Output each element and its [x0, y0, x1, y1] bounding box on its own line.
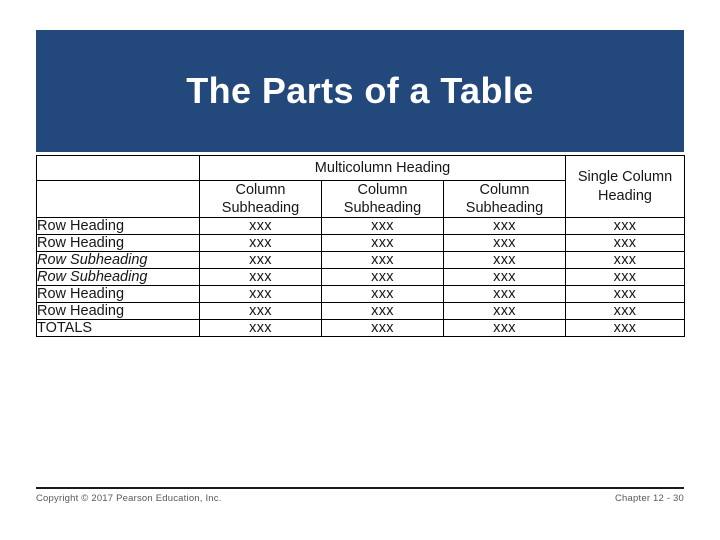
multicolumn-heading-cell: Multicolumn Heading: [199, 155, 566, 181]
data-cell: xxx: [321, 319, 444, 338]
row-subheading-label: Row Subheading: [36, 251, 200, 270]
data-cell: xxx: [321, 302, 444, 321]
row-subheading-label: Row Subheading: [36, 268, 200, 287]
header-corner-cell-2: [36, 179, 200, 219]
data-cell: xxx: [565, 319, 685, 338]
data-cell: xxx: [321, 268, 444, 287]
row-heading-label: Row Heading: [36, 217, 200, 236]
row-heading-label: Row Heading: [36, 302, 200, 321]
row-heading-label: Row Heading: [36, 234, 200, 253]
page-title: The Parts of a Table: [186, 70, 534, 112]
data-cell: xxx: [565, 234, 685, 253]
chapter-label: Chapter 12 - 30: [614, 493, 684, 504]
data-cell: xxx: [565, 268, 685, 287]
data-cell: xxx: [199, 268, 322, 287]
data-cell: xxx: [443, 285, 566, 304]
data-cell: xxx: [443, 217, 566, 236]
data-cell: xxx: [443, 319, 566, 338]
row-totals-label: TOTALS: [36, 319, 200, 338]
table-body: Multicolumn Heading Single Column Headin…: [36, 154, 685, 338]
single-column-heading-cell: Single Column Heading: [565, 154, 685, 219]
table-row: Row Heading xxx xxx xxx xxx: [36, 217, 685, 236]
data-cell: xxx: [321, 285, 444, 304]
column-subheading-1: Column Subheading: [199, 179, 322, 219]
column-subheading-3: Column Subheading: [443, 179, 566, 219]
table-row: Row Heading xxx xxx xxx xxx: [36, 234, 685, 253]
data-cell: xxx: [565, 285, 685, 304]
data-cell: xxx: [321, 234, 444, 253]
table-row: Row Subheading xxx xxx xxx xxx: [36, 268, 685, 287]
data-cell: xxx: [321, 251, 444, 270]
parts-of-a-table: Multicolumn Heading Single Column Headin…: [36, 154, 685, 338]
footer: Copyright © 2017 Pearson Education, Inc.…: [36, 493, 684, 504]
table-row: TOTALS xxx xxx xxx xxx: [36, 319, 685, 338]
data-cell: xxx: [443, 251, 566, 270]
data-cell: xxx: [199, 217, 322, 236]
data-cell: xxx: [443, 302, 566, 321]
data-cell: xxx: [199, 285, 322, 304]
data-cell: xxx: [199, 302, 322, 321]
data-cell: xxx: [565, 302, 685, 321]
copyright-text: Copyright © 2017 Pearson Education, Inc.: [36, 493, 222, 504]
row-heading-label: Row Heading: [36, 285, 200, 304]
footer-divider: [36, 487, 684, 489]
data-cell: xxx: [199, 251, 322, 270]
table-row: Row Subheading xxx xxx xxx xxx: [36, 251, 685, 270]
data-cell: xxx: [565, 251, 685, 270]
column-subheading-2: Column Subheading: [321, 179, 444, 219]
table-row: Row Heading xxx xxx xxx xxx: [36, 285, 685, 304]
title-banner: The Parts of a Table: [36, 30, 684, 152]
data-cell: xxx: [321, 217, 444, 236]
table-row: Row Heading xxx xxx xxx xxx: [36, 302, 685, 321]
data-cell: xxx: [565, 217, 685, 236]
data-cell: xxx: [443, 268, 566, 287]
data-cell: xxx: [443, 234, 566, 253]
header-corner-cell: [36, 155, 200, 181]
data-cell: xxx: [199, 234, 322, 253]
data-cell: xxx: [199, 319, 322, 338]
table-header-row-1: Multicolumn Heading Single Column Headin…: [36, 154, 685, 219]
